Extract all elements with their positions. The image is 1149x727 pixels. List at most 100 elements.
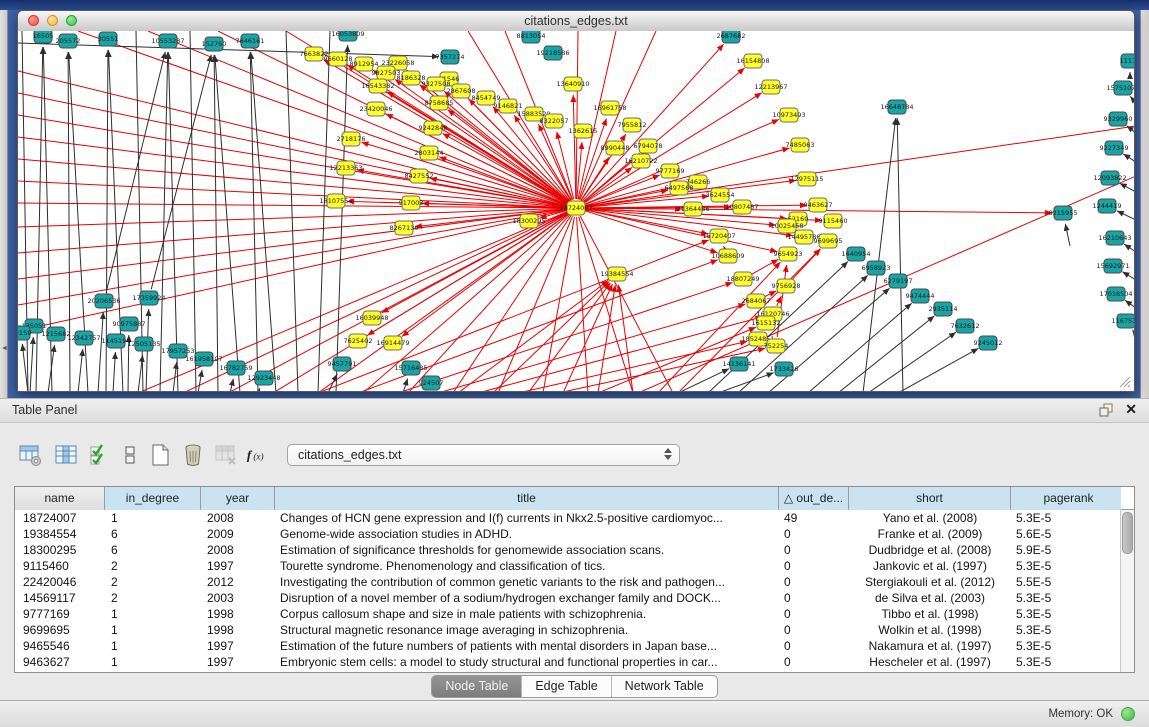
graph-node[interactable]: 16053809 (331, 31, 364, 41)
graph-node[interactable]: 13640910 (556, 77, 589, 91)
function-builder-icon[interactable]: f(x) (243, 441, 271, 469)
graph-node[interactable]: 7485063 (786, 138, 815, 152)
graph-node[interactable]: 1640954 (842, 247, 871, 261)
graph-node[interactable]: 23420046 (359, 102, 392, 116)
graph-node[interactable]: 7625402 (344, 334, 373, 348)
graph-node[interactable]: 1362615 (569, 124, 598, 138)
graph-node[interactable]: 12505135 (127, 337, 160, 351)
create-column-icon[interactable] (146, 441, 174, 469)
graph-node[interactable]: 10553287 (151, 34, 184, 48)
graph-node[interactable]: 7357274 (436, 50, 465, 64)
table-row[interactable]: 977716911998Corpus callosum shape and si… (15, 606, 1121, 622)
graph-node[interactable]: 924507 (419, 376, 444, 390)
show-columns-icon[interactable] (52, 441, 80, 469)
row-height-icon[interactable] (116, 441, 144, 469)
graph-node[interactable]: 2718176 (337, 132, 366, 146)
float-panel-icon[interactable] (1099, 403, 1113, 417)
tab-edge-table[interactable]: Edge Table (521, 676, 610, 697)
graph-node[interactable]: 1167534 (1112, 314, 1134, 328)
graph-node[interactable]: 6958923 (862, 261, 891, 275)
tab-node-table[interactable]: Node Table (432, 676, 521, 697)
graph-node[interactable]: 20206536 (87, 294, 120, 308)
graph-node[interactable]: 16154808 (736, 54, 769, 68)
table-row[interactable]: 1830029562008Estimation of significance … (15, 542, 1121, 558)
graph-node[interactable]: 15751074 (1106, 81, 1134, 95)
graph-node[interactable]: 12093822 (1093, 171, 1126, 185)
tab-network-table[interactable]: Network Table (611, 676, 717, 697)
graph-node[interactable]: 12975115 (790, 172, 823, 186)
graph-node[interactable]: 6279197 (884, 274, 913, 288)
graph-node[interactable]: 12213967 (754, 80, 787, 94)
column-header-short[interactable]: short (849, 487, 1011, 510)
column-header-title[interactable]: title (275, 487, 779, 510)
table-selector-dropdown[interactable]: citations_edges.txt (287, 444, 680, 466)
select-rows-icon[interactable] (86, 441, 114, 469)
graph-node[interactable]: 8427552 (405, 169, 434, 183)
resize-grip[interactable] (1120, 377, 1130, 387)
column-header-in_degree[interactable]: in_degree (105, 487, 201, 510)
table-row[interactable]: 1456911722003Disruption of a novel membe… (15, 590, 1121, 606)
table-row[interactable]: 911546021997Tourette syndrome. Phenomeno… (15, 558, 1121, 574)
delete-table-icon[interactable] (212, 441, 240, 469)
table-row[interactable]: 946554611997Estimation of the future num… (15, 638, 1121, 654)
graph-node[interactable]: 9654923 (774, 247, 803, 261)
table-mode-icon[interactable] (16, 441, 44, 469)
graph-node[interactable]: 14136141 (722, 357, 755, 371)
graph-node[interactable]: 2935114 (929, 302, 958, 316)
graph-node[interactable]: 39159 (18, 326, 31, 340)
column-header-out_degree[interactable]: △ out_de... (779, 487, 849, 510)
graph-node[interactable]: 752254 (764, 339, 789, 353)
graph-node[interactable]: 7632612 (951, 319, 980, 333)
graph-node[interactable]: 16210643 (1098, 231, 1131, 245)
graph-node[interactable]: 19218586 (536, 46, 569, 60)
graph-node[interactable]: 16505 (33, 31, 54, 43)
graph-node[interactable]: 30551 (98, 32, 119, 46)
graph-node[interactable]: 9777169 (656, 164, 685, 178)
graph-node[interactable]: 90975887 (112, 317, 145, 331)
graph-node[interactable]: 19384554 (600, 267, 633, 281)
column-header-name[interactable]: name (15, 487, 105, 510)
graph-node[interactable]: 8215955 (1049, 206, 1078, 220)
graph-node[interactable]: 11173 (1120, 54, 1134, 68)
table-row[interactable]: 1872400712008Changes of HCN gene express… (15, 510, 1121, 526)
graph-node[interactable]: 152760 (202, 37, 227, 51)
table-row[interactable]: 969969511998Structural magnetic resonanc… (15, 622, 1121, 638)
graph-node[interactable]: 16648784 (880, 100, 913, 114)
scrollbar-thumb[interactable] (1122, 512, 1133, 554)
graph-node[interactable]: 16210722 (624, 154, 657, 168)
graph-node[interactable]: 10807487 (725, 200, 758, 214)
graph-node[interactable]: 9245012 (974, 336, 1003, 350)
table-scrollbar[interactable] (1120, 510, 1134, 672)
network-canvas[interactable]: 1872400776638229660128891295423226058982… (18, 31, 1134, 391)
graph-node[interactable]: 9115460 (819, 214, 848, 228)
graph-node[interactable]: 8813054 (517, 31, 546, 43)
graph-node[interactable]: 12342757 (67, 331, 100, 345)
table-row[interactable]: 2242004622012Investigating the contribut… (15, 574, 1121, 590)
graph-node[interactable]: 17016504 (1099, 287, 1132, 301)
graph-node[interactable]: 9329960 (1104, 112, 1133, 126)
column-header-year[interactable]: year (201, 487, 275, 510)
graph-node[interactable]: 18807249 (726, 272, 759, 286)
graph-node[interactable]: 16961758 (593, 101, 626, 115)
graph-node[interactable]: 1733426 (770, 362, 799, 376)
graph-node[interactable]: 6794078 (634, 139, 663, 153)
delete-column-icon[interactable] (179, 441, 207, 469)
graph-node[interactable]: 7955812 (618, 118, 647, 132)
panel-collapse-arrow[interactable]: ◄ (1, 345, 8, 352)
graph-node[interactable]: 9227349 (1100, 141, 1129, 155)
graph-node[interactable]: 15692971 (1096, 259, 1129, 273)
graph-node[interactable]: 2687682 (717, 31, 746, 43)
graph-node[interactable]: 917003 (399, 196, 424, 210)
graph-node[interactable]: 17359924 (132, 291, 165, 305)
graph-node[interactable]: 7646161 (236, 34, 265, 48)
graph-node[interactable]: 9474444 (906, 289, 935, 303)
graph-node[interactable]: 15716485 (394, 361, 427, 375)
network-window-titlebar[interactable]: citations_edges.txt (18, 11, 1134, 32)
table-row[interactable]: 1938455462009Genome-wide association stu… (15, 526, 1121, 542)
graph-nodes[interactable]: 1872400776638229660128891295423226058982… (18, 31, 1134, 390)
graph-node[interactable]: 9242848 (419, 121, 448, 135)
graph-node[interactable]: 3624554 (706, 188, 735, 202)
graph-node[interactable]: 2803144 (415, 146, 444, 160)
graph-node[interactable]: 10688609 (711, 249, 744, 263)
close-panel-icon[interactable]: ✕ (1125, 401, 1137, 418)
